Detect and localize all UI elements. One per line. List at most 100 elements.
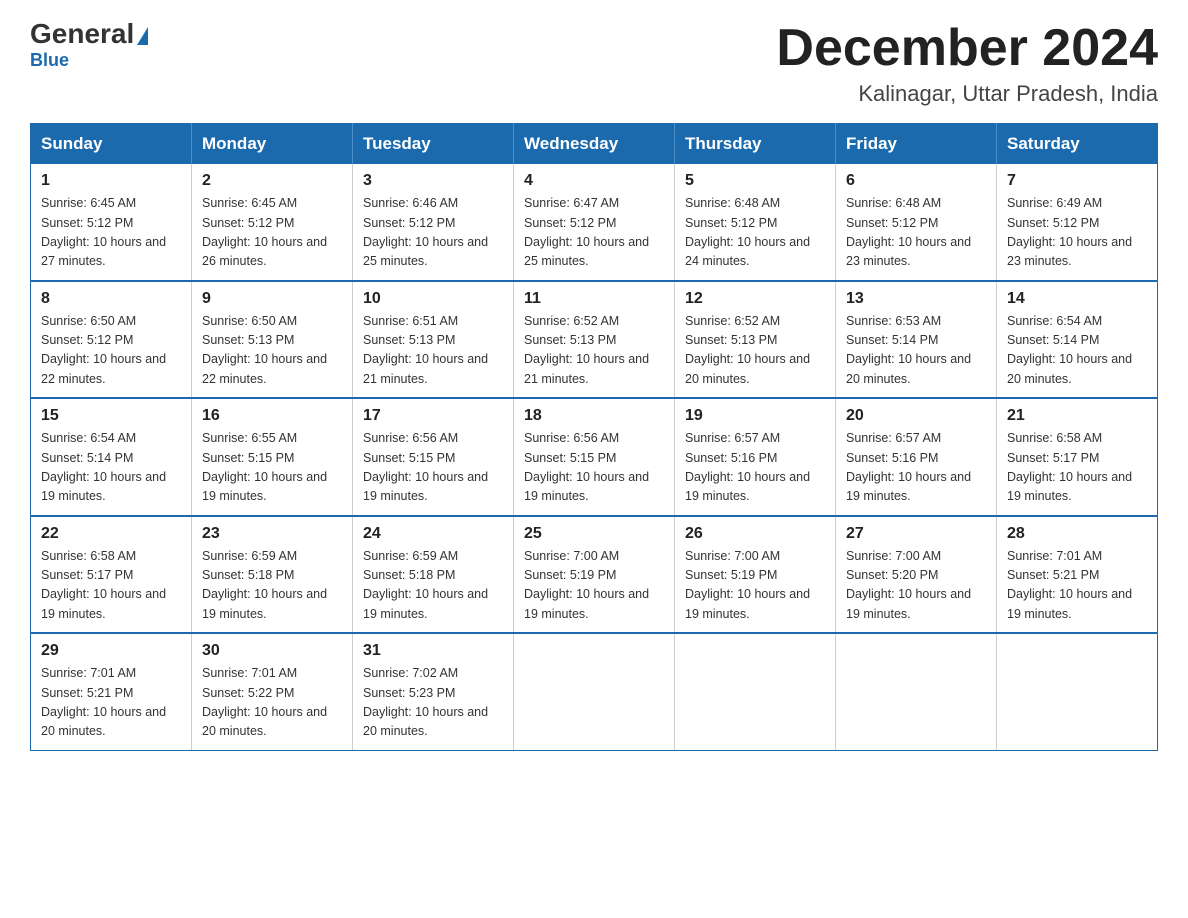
header-thursday: Thursday bbox=[675, 124, 836, 165]
day-info: Sunrise: 7:01 AMSunset: 5:22 PMDaylight:… bbox=[202, 664, 342, 742]
day-cell: 14 Sunrise: 6:54 AMSunset: 5:14 PMDayligh… bbox=[997, 281, 1158, 399]
day-number: 28 bbox=[1007, 525, 1147, 543]
title-area: December 2024 Kalinagar, Uttar Pradesh, … bbox=[776, 20, 1158, 107]
day-cell: 21 Sunrise: 6:58 AMSunset: 5:17 PMDayligh… bbox=[997, 398, 1158, 516]
day-cell bbox=[514, 633, 675, 750]
day-number: 13 bbox=[846, 290, 986, 308]
week-row-3: 15Sunrise: 6:54 AMSunset: 5:14 PMDayligh… bbox=[31, 398, 1158, 516]
day-number: 30 bbox=[202, 642, 342, 660]
day-number: 2 bbox=[202, 172, 342, 190]
day-cell: 13 Sunrise: 6:53 AMSunset: 5:14 PMDayligh… bbox=[836, 281, 997, 399]
day-info: Sunrise: 6:45 AMSunset: 5:12 PMDaylight:… bbox=[41, 194, 181, 272]
day-info: Sunrise: 7:00 AMSunset: 5:19 PMDaylight:… bbox=[685, 547, 825, 625]
day-info: Sunrise: 6:54 AMSunset: 5:14 PMDaylight:… bbox=[1007, 312, 1147, 390]
day-number: 8 bbox=[41, 290, 181, 308]
day-info: Sunrise: 6:52 AMSunset: 5:13 PMDaylight:… bbox=[524, 312, 664, 390]
day-number: 10 bbox=[363, 290, 503, 308]
day-number: 9 bbox=[202, 290, 342, 308]
day-number: 23 bbox=[202, 525, 342, 543]
location-title: Kalinagar, Uttar Pradesh, India bbox=[776, 81, 1158, 107]
day-number: 11 bbox=[524, 290, 664, 308]
logo-general: General bbox=[30, 18, 134, 49]
day-number: 14 bbox=[1007, 290, 1147, 308]
day-cell: 18Sunrise: 6:56 AMSunset: 5:15 PMDayligh… bbox=[514, 398, 675, 516]
day-info: Sunrise: 7:01 AMSunset: 5:21 PMDaylight:… bbox=[41, 664, 181, 742]
day-info: Sunrise: 6:48 AMSunset: 5:12 PMDaylight:… bbox=[685, 194, 825, 272]
day-cell: 27 Sunrise: 7:00 AMSunset: 5:20 PMDayligh… bbox=[836, 516, 997, 634]
day-cell: 15Sunrise: 6:54 AMSunset: 5:14 PMDayligh… bbox=[31, 398, 192, 516]
calendar-header-row: SundayMondayTuesdayWednesdayThursdayFrid… bbox=[31, 124, 1158, 165]
day-number: 7 bbox=[1007, 172, 1147, 190]
day-cell: 24 Sunrise: 6:59 AMSunset: 5:18 PMDayligh… bbox=[353, 516, 514, 634]
day-info: Sunrise: 6:53 AMSunset: 5:14 PMDaylight:… bbox=[846, 312, 986, 390]
day-cell: 20Sunrise: 6:57 AMSunset: 5:16 PMDayligh… bbox=[836, 398, 997, 516]
day-cell: 19 Sunrise: 6:57 AMSunset: 5:16 PMDayligh… bbox=[675, 398, 836, 516]
day-info: Sunrise: 6:56 AMSunset: 5:15 PMDaylight:… bbox=[363, 429, 503, 507]
day-info: Sunrise: 6:50 AMSunset: 5:12 PMDaylight:… bbox=[41, 312, 181, 390]
day-number: 19 bbox=[685, 407, 825, 425]
day-number: 17 bbox=[363, 407, 503, 425]
day-number: 20 bbox=[846, 407, 986, 425]
day-cell: 29 Sunrise: 7:01 AMSunset: 5:21 PMDayligh… bbox=[31, 633, 192, 750]
day-cell: 22 Sunrise: 6:58 AMSunset: 5:17 PMDayligh… bbox=[31, 516, 192, 634]
day-info: Sunrise: 6:58 AMSunset: 5:17 PMDaylight:… bbox=[41, 547, 181, 625]
day-cell bbox=[675, 633, 836, 750]
day-cell: 7 Sunrise: 6:49 AMSunset: 5:12 PMDaylight… bbox=[997, 164, 1158, 281]
day-info: Sunrise: 6:59 AMSunset: 5:18 PMDaylight:… bbox=[363, 547, 503, 625]
day-info: Sunrise: 6:51 AMSunset: 5:13 PMDaylight:… bbox=[363, 312, 503, 390]
day-cell: 2Sunrise: 6:45 AMSunset: 5:12 PMDaylight… bbox=[192, 164, 353, 281]
header-saturday: Saturday bbox=[997, 124, 1158, 165]
day-cell: 5 Sunrise: 6:48 AMSunset: 5:12 PMDaylight… bbox=[675, 164, 836, 281]
day-cell: 26Sunrise: 7:00 AMSunset: 5:19 PMDayligh… bbox=[675, 516, 836, 634]
day-cell: 17 Sunrise: 6:56 AMSunset: 5:15 PMDayligh… bbox=[353, 398, 514, 516]
day-number: 4 bbox=[524, 172, 664, 190]
day-number: 6 bbox=[846, 172, 986, 190]
month-title: December 2024 bbox=[776, 20, 1158, 77]
day-cell: 12Sunrise: 6:52 AMSunset: 5:13 PMDayligh… bbox=[675, 281, 836, 399]
logo-blue: Blue bbox=[30, 50, 148, 71]
header-wednesday: Wednesday bbox=[514, 124, 675, 165]
day-cell: 23Sunrise: 6:59 AMSunset: 5:18 PMDayligh… bbox=[192, 516, 353, 634]
day-number: 29 bbox=[41, 642, 181, 660]
day-cell: 4Sunrise: 6:47 AMSunset: 5:12 PMDaylight… bbox=[514, 164, 675, 281]
logo-text: General bbox=[30, 20, 148, 48]
day-cell: 28 Sunrise: 7:01 AMSunset: 5:21 PMDayligh… bbox=[997, 516, 1158, 634]
day-info: Sunrise: 6:52 AMSunset: 5:13 PMDaylight:… bbox=[685, 312, 825, 390]
logo: General Blue bbox=[30, 20, 148, 71]
day-info: Sunrise: 6:48 AMSunset: 5:12 PMDaylight:… bbox=[846, 194, 986, 272]
header-tuesday: Tuesday bbox=[353, 124, 514, 165]
day-info: Sunrise: 6:49 AMSunset: 5:12 PMDaylight:… bbox=[1007, 194, 1147, 272]
day-cell: 16Sunrise: 6:55 AMSunset: 5:15 PMDayligh… bbox=[192, 398, 353, 516]
day-info: Sunrise: 6:57 AMSunset: 5:16 PMDaylight:… bbox=[685, 429, 825, 507]
day-info: Sunrise: 6:54 AMSunset: 5:14 PMDaylight:… bbox=[41, 429, 181, 507]
week-row-1: 1 Sunrise: 6:45 AMSunset: 5:12 PMDaylight… bbox=[31, 164, 1158, 281]
day-number: 3 bbox=[363, 172, 503, 190]
day-info: Sunrise: 7:00 AMSunset: 5:20 PMDaylight:… bbox=[846, 547, 986, 625]
day-number: 25 bbox=[524, 525, 664, 543]
day-number: 16 bbox=[202, 407, 342, 425]
day-info: Sunrise: 6:56 AMSunset: 5:15 PMDaylight:… bbox=[524, 429, 664, 507]
day-number: 1 bbox=[41, 172, 181, 190]
day-info: Sunrise: 6:58 AMSunset: 5:17 PMDaylight:… bbox=[1007, 429, 1147, 507]
day-cell: 6 Sunrise: 6:48 AMSunset: 5:12 PMDaylight… bbox=[836, 164, 997, 281]
day-info: Sunrise: 7:02 AMSunset: 5:23 PMDaylight:… bbox=[363, 664, 503, 742]
day-cell: 31 Sunrise: 7:02 AMSunset: 5:23 PMDayligh… bbox=[353, 633, 514, 750]
day-cell bbox=[997, 633, 1158, 750]
header-monday: Monday bbox=[192, 124, 353, 165]
day-cell: 11 Sunrise: 6:52 AMSunset: 5:13 PMDayligh… bbox=[514, 281, 675, 399]
day-number: 24 bbox=[363, 525, 503, 543]
week-row-5: 29 Sunrise: 7:01 AMSunset: 5:21 PMDayligh… bbox=[31, 633, 1158, 750]
day-info: Sunrise: 7:01 AMSunset: 5:21 PMDaylight:… bbox=[1007, 547, 1147, 625]
day-cell: 30 Sunrise: 7:01 AMSunset: 5:22 PMDayligh… bbox=[192, 633, 353, 750]
day-number: 31 bbox=[363, 642, 503, 660]
day-cell: 25Sunrise: 7:00 AMSunset: 5:19 PMDayligh… bbox=[514, 516, 675, 634]
header: General Blue December 2024 Kalinagar, Ut… bbox=[30, 20, 1158, 107]
day-number: 5 bbox=[685, 172, 825, 190]
day-number: 21 bbox=[1007, 407, 1147, 425]
day-number: 22 bbox=[41, 525, 181, 543]
day-number: 27 bbox=[846, 525, 986, 543]
header-sunday: Sunday bbox=[31, 124, 192, 165]
day-cell: 10 Sunrise: 6:51 AMSunset: 5:13 PMDayligh… bbox=[353, 281, 514, 399]
calendar-table: SundayMondayTuesdayWednesdayThursdayFrid… bbox=[30, 123, 1158, 751]
day-cell bbox=[836, 633, 997, 750]
